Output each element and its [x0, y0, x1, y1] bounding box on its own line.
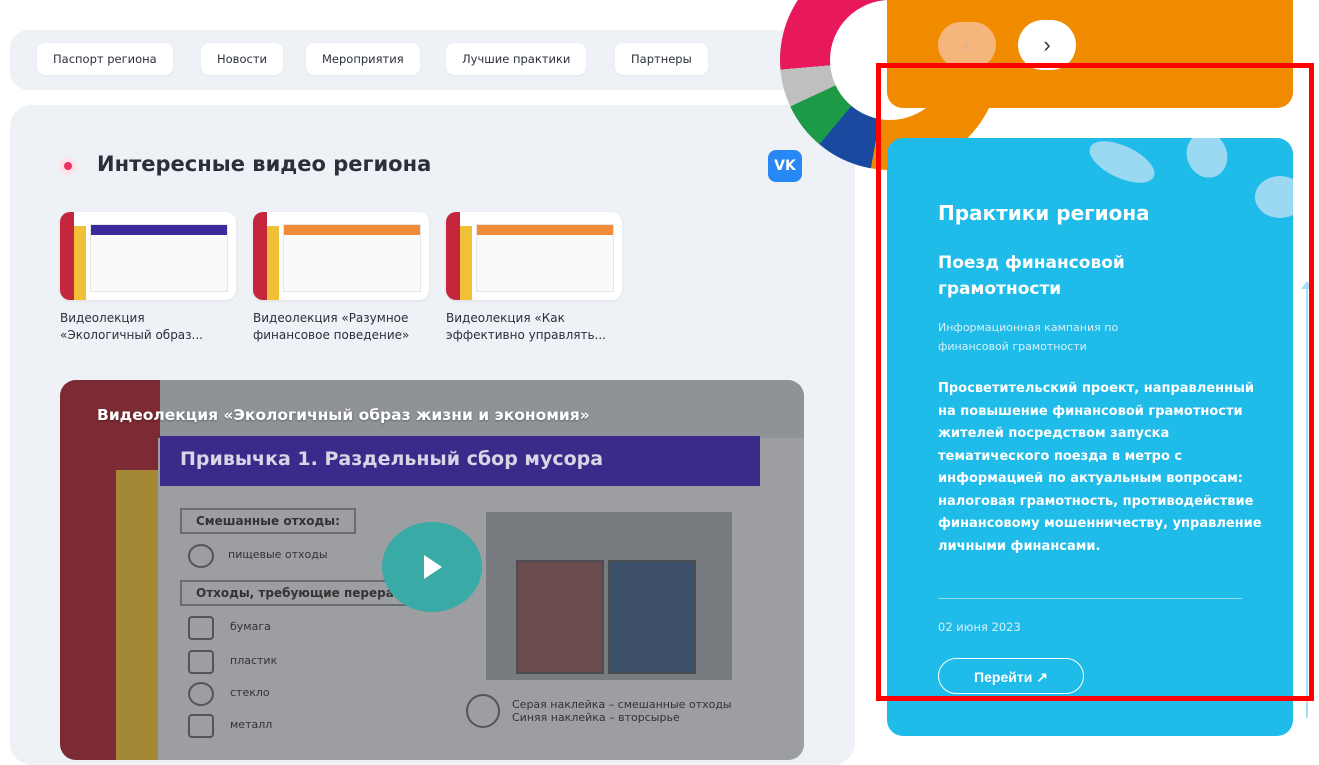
nav-partners-button[interactable]: Партнеры: [615, 43, 708, 75]
metal-icon: [188, 714, 214, 738]
warning-icon: [466, 694, 500, 728]
video-title: Видеолекция «Экологичный образ жизни и э…: [97, 406, 590, 424]
video-thumbnail-3[interactable]: [446, 212, 622, 300]
nav-best-practices-button[interactable]: Лучшие практики: [446, 43, 587, 75]
nav-passport-button[interactable]: Паспорт региона: [37, 43, 173, 75]
video-caption-3[interactable]: Видеолекция «Как эффективно управлять...: [446, 310, 626, 344]
note-line: Серая наклейка – смешанные отходы: [512, 698, 732, 711]
blue-bin: [608, 560, 696, 674]
note-line: Синяя наклейка – вторсырье: [512, 711, 680, 724]
caption-line: Видеолекция «Разумное: [253, 311, 409, 325]
caption-line: Видеолекция: [60, 311, 145, 325]
paper-icon: [188, 616, 214, 640]
caption-line: эффективно управлять...: [446, 328, 606, 342]
slide-note: Серая наклейка – смешанные отходы Синяя …: [512, 698, 732, 724]
play-button[interactable]: [382, 522, 482, 612]
section-title: Интересные видео региона: [97, 152, 432, 176]
slide-yellow-stripe: [116, 470, 158, 760]
food-waste-icon: [188, 544, 214, 568]
nav-events-button[interactable]: Мероприятия: [306, 43, 420, 75]
slide-box-recycle: Отходы, требующие перераб: [180, 580, 419, 606]
highlight-box: [876, 63, 1314, 701]
vk-icon[interactable]: VK: [768, 150, 802, 182]
video-caption-1[interactable]: Видеолекция «Экологичный образ...: [60, 310, 240, 344]
nav-news-button[interactable]: Новости: [201, 43, 283, 75]
video-player[interactable]: Привычка 1. Раздельный сбор мусора Смеша…: [60, 380, 804, 760]
chevron-left-icon[interactable]: ‹: [938, 22, 996, 68]
slide-item-food: пищевые отходы: [228, 548, 328, 561]
plastic-icon: [188, 650, 214, 674]
slide-box-mixed: Смешанные отходы:: [180, 508, 356, 534]
video-thumbnail-1[interactable]: [60, 212, 236, 300]
slide-item-glass: стекло: [230, 686, 270, 699]
region-nav-bar: Паспорт региона Новости Мероприятия Лучш…: [10, 30, 800, 90]
video-caption-2[interactable]: Видеолекция «Разумное финансовое поведен…: [253, 310, 433, 344]
caption-line: «Экологичный образ...: [60, 328, 203, 342]
caption-line: Видеолекция «Как: [446, 311, 565, 325]
section-bullet-icon: [59, 157, 77, 175]
slide-item-metal: металл: [230, 718, 273, 731]
video-thumbnail-2[interactable]: [253, 212, 429, 300]
slide-heading: Привычка 1. Раздельный сбор мусора: [180, 448, 604, 470]
caption-line: финансовое поведение»: [253, 328, 410, 342]
slide-item-plastic: пластик: [230, 654, 278, 667]
gray-bin: [516, 560, 604, 674]
glass-icon: [188, 682, 214, 706]
slide-item-paper: бумага: [230, 620, 271, 633]
